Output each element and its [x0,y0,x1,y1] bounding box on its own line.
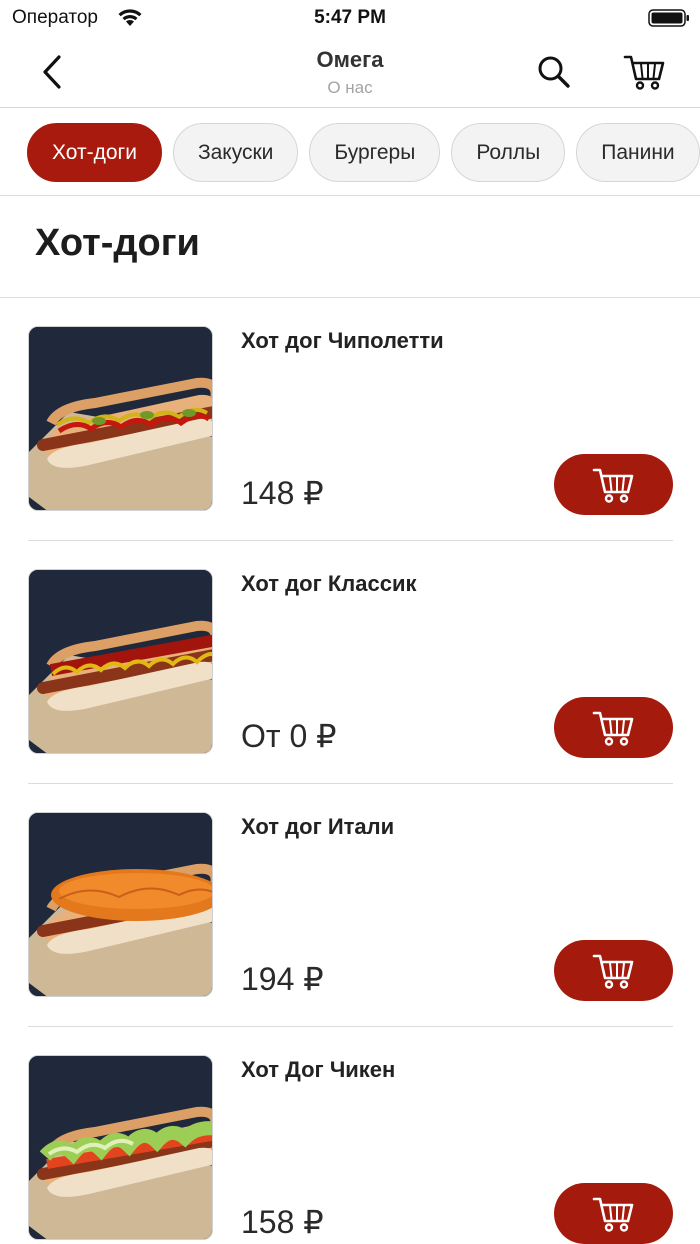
category-chip[interactable]: Бургеры [309,123,441,182]
product-card[interactable]: Хот дог Итали 194 ₽ [0,784,700,1027]
product-name: Хот дог Классик [241,571,417,596]
cart-icon [623,55,665,90]
status-bar: Оператор 5:47 PM [0,0,700,36]
product-card[interactable]: Хот дог Чиполетти 148 ₽ [0,298,700,541]
store-title: Омега [316,47,384,72]
nav-bar: Омега О нас [0,36,700,108]
product-image[interactable] [28,812,213,997]
product-price: 194 ₽ [241,961,324,997]
category-tabs: Хот-доги Закуски Бургеры Роллы Панини [0,109,700,196]
clock: 5:47 PM [314,7,386,28]
add-to-cart-button[interactable] [554,1183,673,1244]
category-chip[interactable]: Панини [576,123,700,182]
cart-icon [592,711,633,746]
about-link[interactable]: О нас [0,78,700,98]
product-name: Хот дог Итали [241,814,395,839]
battery-icon [648,9,690,27]
add-to-cart-button[interactable] [554,697,673,758]
product-image[interactable] [28,326,213,511]
cart-icon [592,954,633,989]
category-chip[interactable]: Хот-доги [27,123,162,182]
add-to-cart-button[interactable] [554,940,673,1001]
product-price: 158 ₽ [241,1204,324,1240]
product-name: Хот Дог Чикен [241,1057,396,1082]
category-chip[interactable]: Закуски [172,123,299,182]
product-name: Хот дог Чиполетти [241,328,444,353]
header-cart-button[interactable] [620,48,670,96]
product-price: 148 ₽ [241,475,324,511]
product-image[interactable] [28,1055,213,1240]
product-image[interactable] [28,569,213,754]
cart-icon [592,468,633,503]
cart-icon [592,1197,633,1232]
product-card[interactable]: Хот дог Классик От 0 ₽ [0,541,700,784]
category-chip[interactable]: Роллы [451,123,566,182]
search-button[interactable] [532,50,576,94]
category-chip-row: Хот-доги Закуски Бургеры Роллы Панини [27,123,700,182]
section-title: Хот-доги [35,222,200,264]
product-card[interactable]: Хот Дог Чикен 158 ₽ [0,1027,700,1244]
search-icon [538,56,570,88]
add-to-cart-button[interactable] [554,454,673,515]
product-price: От 0 ₽ [241,718,337,754]
